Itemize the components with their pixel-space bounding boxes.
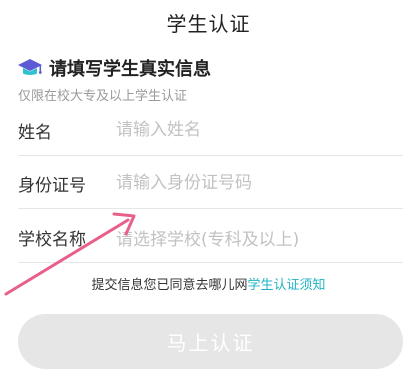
- section-subtitle: 仅限在校大专及以上学生认证: [18, 89, 188, 104]
- id-number-row: 身份证号: [18, 158, 403, 208]
- school-select[interactable]: 请选择学校(专科及以上): [116, 225, 403, 250]
- student-verification-page: 学生认证 请填写学生真实信息 仅限在校大专及以上学生认证 姓名 身份证号 学校名…: [0, 0, 417, 377]
- id-number-label: 身份证号: [18, 175, 86, 196]
- school-row[interactable]: 学校名称 请选择学校(专科及以上): [18, 212, 403, 262]
- divider: [18, 155, 403, 156]
- submit-button[interactable]: 马上认证: [18, 314, 403, 369]
- divider: [18, 262, 403, 263]
- section-title: 请填写学生真实信息: [49, 59, 211, 80]
- id-number-input[interactable]: [116, 168, 403, 198]
- name-label: 姓名: [18, 122, 52, 143]
- name-input[interactable]: [116, 115, 403, 145]
- agreement-link[interactable]: 学生认证须知: [248, 278, 326, 293]
- graduation-cap-icon: [17, 56, 43, 80]
- page-title: 学生认证: [166, 12, 251, 36]
- section-header: 请填写学生真实信息: [17, 55, 211, 81]
- agreement-prefix: 提交信息您已同意去哪儿网: [91, 278, 248, 293]
- name-row: 姓名: [18, 105, 403, 155]
- divider: [18, 208, 403, 209]
- agreement-text: 提交信息您已同意去哪儿网学生认证须知: [0, 274, 417, 293]
- school-label: 学校名称: [18, 229, 86, 250]
